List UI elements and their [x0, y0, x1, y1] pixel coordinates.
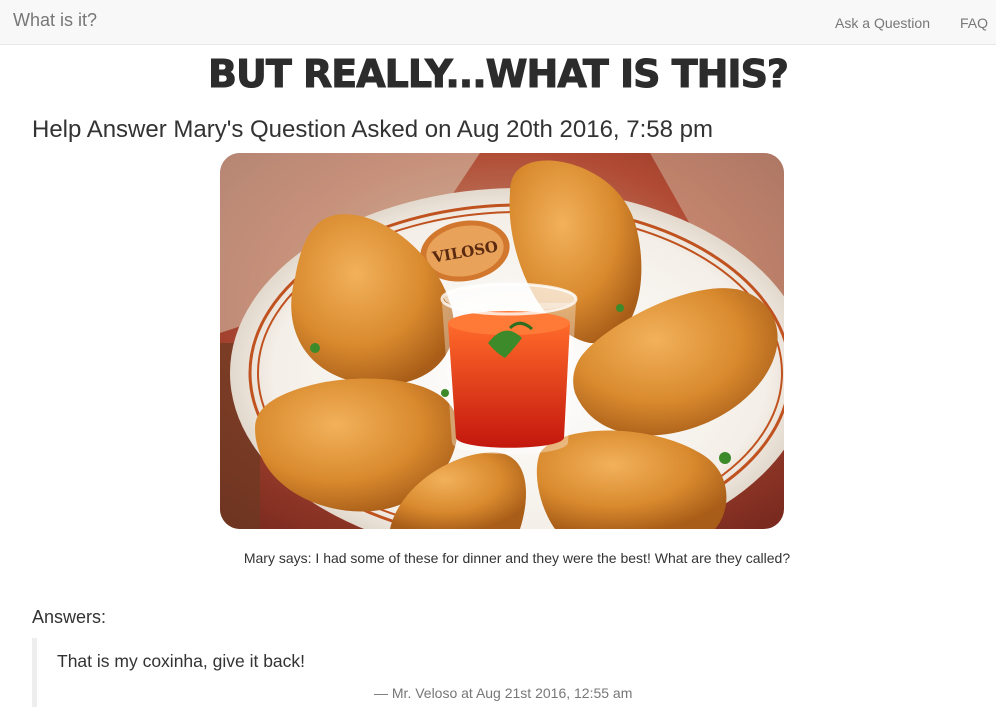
nav-ask-question-link[interactable]: Ask a Question: [835, 15, 930, 31]
answer-attribution: — Mr. Veloso at Aug 21st 2016, 12:55 am: [374, 685, 633, 701]
page-headline: But Really...What is this?: [208, 52, 790, 97]
nav-links: Ask a Question FAQ: [805, 0, 996, 45]
nav-faq-link[interactable]: FAQ: [960, 15, 988, 31]
question-photo: VILOSO: [220, 153, 784, 529]
brand-link[interactable]: What is it?: [13, 10, 97, 31]
answer-item: That is my coxinha, give it back! — Mr. …: [32, 638, 996, 707]
question-title: Help Answer Mary's Question Asked on Aug…: [32, 116, 713, 143]
navbar: What is it? Ask a Question FAQ: [0, 0, 996, 45]
answer-text: That is my coxinha, give it back!: [57, 651, 306, 671]
question-caption: Mary says: I had some of these for dinne…: [243, 550, 791, 566]
answers-heading: Answers:: [32, 607, 107, 627]
